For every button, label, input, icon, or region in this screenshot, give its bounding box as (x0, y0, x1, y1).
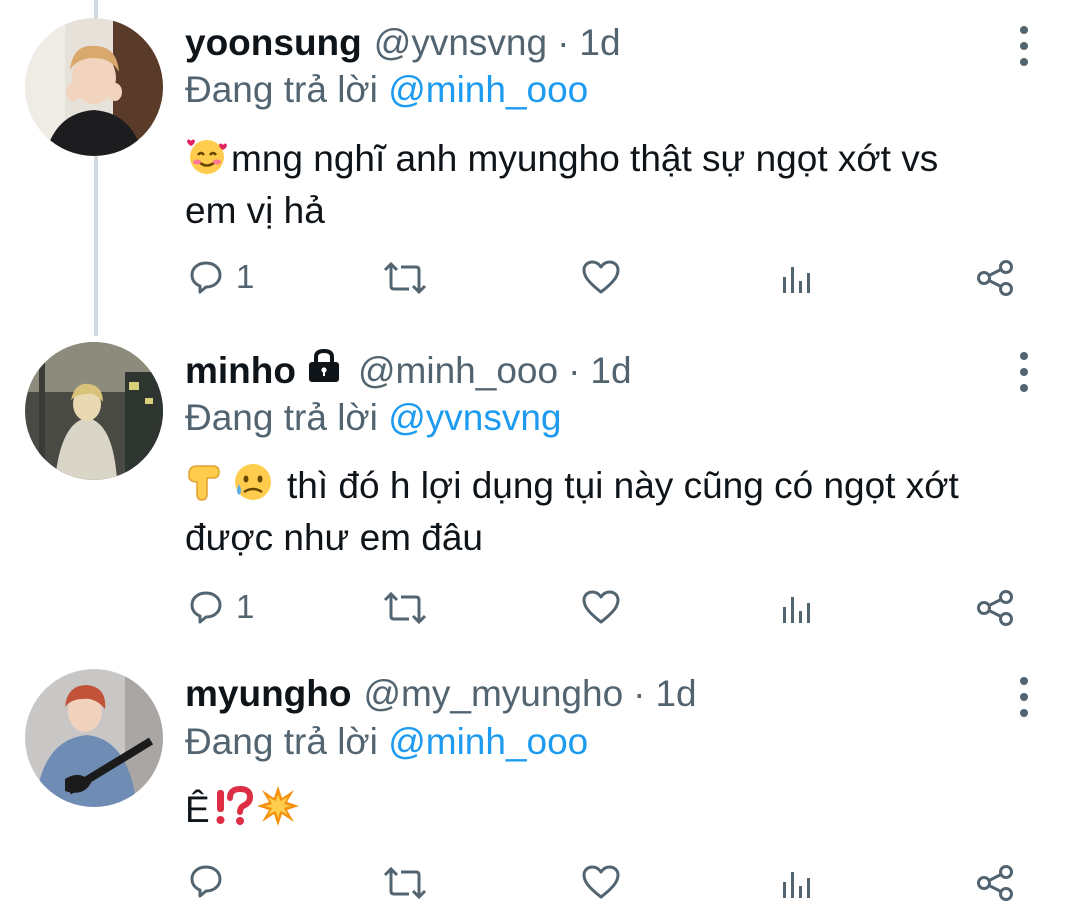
user-handle[interactable]: @my_myungho (363, 671, 623, 717)
more-options-icon[interactable] (1012, 677, 1036, 717)
more-options-icon[interactable] (1012, 26, 1036, 66)
mention-link[interactable]: @yvnsvng (388, 397, 561, 438)
replying-to: Đang trả lời @minh_ooo (185, 67, 588, 113)
tweet-yoonsung[interactable]: yoonsung @yvnsvng · 1d Đang trả lời @min… (0, 0, 1080, 336)
analytics-button[interactable] (780, 263, 814, 295)
smiling-face-with-hearts-icon (185, 133, 229, 188)
share-button[interactable] (975, 863, 1015, 903)
retweet-button[interactable] (383, 590, 427, 626)
heart-icon (582, 865, 620, 901)
reply-button[interactable] (188, 863, 224, 899)
analytics-button[interactable] (780, 593, 814, 625)
replying-to-label: Đang trả lời (185, 397, 389, 438)
reply-button[interactable]: 1 (188, 258, 254, 296)
protected-lock-icon (306, 348, 342, 395)
mention-link[interactable]: @minh_ooo (388, 721, 588, 762)
timestamp[interactable]: 1d (579, 20, 620, 66)
share-icon (975, 258, 1015, 298)
sad-but-relieved-face-icon (231, 460, 275, 515)
tweet-text-line-1: thì đó h lợi dụng tụi này cũng có ngọt x… (287, 465, 959, 506)
reply-icon (188, 259, 224, 295)
tweet-text-line-1: Ê (185, 789, 210, 830)
avatar[interactable] (25, 669, 163, 807)
reply-icon (188, 863, 224, 899)
avatar[interactable] (25, 18, 163, 156)
analytics-button[interactable] (780, 868, 814, 900)
replying-to-label: Đang trả lời (185, 69, 389, 110)
user-handle[interactable]: @yvnsvng (374, 20, 547, 66)
mention-link[interactable]: @minh_ooo (388, 69, 588, 110)
replying-to: Đang trả lời @yvnsvng (185, 395, 561, 441)
exclamation-question-mark-icon (214, 784, 254, 839)
retweet-icon (383, 865, 427, 901)
share-button[interactable] (975, 258, 1015, 298)
tweet-text: mng nghĩ anh myungho thật sự ngọt xớt vs… (185, 133, 1045, 234)
like-button[interactable] (582, 260, 620, 296)
tweet-text-line-2: em vị hả (185, 190, 325, 231)
more-options-icon[interactable] (1012, 352, 1036, 392)
share-button[interactable] (975, 588, 1015, 628)
retweet-button[interactable] (383, 865, 427, 901)
analytics-icon (780, 868, 814, 900)
analytics-icon (780, 593, 814, 625)
share-icon (975, 588, 1015, 628)
heart-icon (582, 260, 620, 296)
share-icon (975, 863, 1015, 903)
replying-to: Đang trả lời @minh_ooo (185, 719, 588, 765)
display-name[interactable]: minho (185, 348, 296, 394)
tweet-text-line-2: được như em đâu (185, 517, 484, 558)
timestamp[interactable]: 1d (655, 671, 696, 717)
backhand-index-pointing-down-icon (185, 460, 229, 515)
display-name[interactable]: yoonsung (185, 20, 362, 66)
reply-button[interactable]: 1 (188, 588, 254, 626)
like-button[interactable] (582, 590, 620, 626)
replying-to-label: Đang trả lời (185, 721, 389, 762)
timestamp[interactable]: 1d (590, 348, 631, 394)
reply-icon (188, 589, 224, 625)
tweet-text: thì đó h lợi dụng tụi này cũng có ngọt x… (185, 460, 1045, 561)
heart-icon (582, 590, 620, 626)
avatar[interactable] (25, 342, 163, 480)
retweet-icon (383, 260, 427, 296)
reply-count: 1 (236, 258, 255, 295)
user-handle[interactable]: @minh_ooo (358, 348, 558, 394)
reply-count: 1 (236, 588, 255, 625)
tweet-minho[interactable]: minho @minh_ooo · 1d Đang trả lời @yvnsv… (0, 336, 1080, 663)
retweet-button[interactable] (383, 260, 427, 296)
retweet-icon (383, 590, 427, 626)
tweet-myungho[interactable]: myungho @my_myungho · 1d Đang trả lời @m… (0, 663, 1080, 915)
collision-icon (256, 784, 300, 839)
like-button[interactable] (582, 865, 620, 901)
tweet-text-line-1: mng nghĩ anh myungho thật sự ngọt xớt vs (231, 138, 939, 179)
tweet-text: Ê (185, 784, 1045, 839)
separator-dot: · (557, 22, 570, 63)
separator-dot: · (568, 350, 581, 391)
analytics-icon (780, 263, 814, 295)
display-name[interactable]: myungho (185, 671, 351, 717)
separator-dot: · (633, 673, 646, 714)
